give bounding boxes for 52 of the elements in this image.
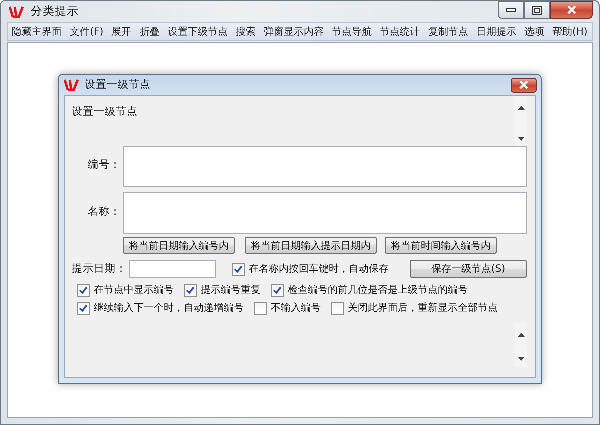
close-button[interactable] (550, 1, 593, 19)
menu-item[interactable]: 帮助(H) (550, 24, 590, 38)
menu-item[interactable]: 折叠 (138, 24, 162, 38)
menu-item[interactable]: 展开 (110, 24, 134, 38)
scroll-down-icon[interactable] (518, 137, 524, 141)
menu-item[interactable]: 搜索 (234, 24, 258, 38)
menu-item[interactable]: 设置下级节点 (166, 24, 230, 38)
scroll-down-icon[interactable] (518, 357, 524, 361)
menu-item[interactable]: 节点统计 (378, 24, 422, 38)
checkbox[interactable] (254, 302, 267, 314)
date-field[interactable] (129, 260, 216, 278)
action-button[interactable]: 将当前日期输入提示日期内 (245, 237, 377, 254)
action-button[interactable]: 将当前日期输入编号内 (123, 237, 235, 254)
menu-item[interactable]: 日期提示 (474, 24, 518, 38)
checkbox-label: 关闭此界面后，重新显示全部节点 (348, 302, 498, 315)
action-button[interactable]: 将当前时间输入编号内 (385, 237, 497, 254)
checkbox-label: 继续输入下一个时，自动递增编号 (94, 302, 244, 315)
minimize-icon (506, 8, 516, 12)
checkbox-label: 不输入编号 (271, 302, 321, 315)
field-label: 编号： (87, 158, 122, 172)
checkbox[interactable] (184, 284, 197, 296)
checkbox-label: 在节点中显示编号 (94, 284, 174, 297)
window-title: 分类提示 (31, 4, 80, 19)
field-label: 名称： (87, 205, 122, 219)
logo-icon (64, 79, 80, 91)
save-button[interactable]: 保存一级节点(S) (410, 260, 527, 278)
scroll-up-icon[interactable] (518, 333, 524, 337)
scroll-up-icon[interactable] (518, 106, 524, 110)
maximize-icon (532, 6, 542, 14)
checkbox-label: 在名称内按回车键时，自动保存 (248, 262, 389, 276)
checkbox[interactable] (271, 284, 284, 296)
close-icon (566, 6, 576, 14)
maximize-button[interactable] (524, 1, 550, 19)
checkbox-label: 检查编号的前几位是否是上级节点的编号 (288, 284, 468, 297)
checkbox[interactable] (77, 302, 90, 314)
checkbox[interactable] (331, 302, 344, 314)
close-button[interactable] (511, 78, 537, 92)
field-label: 提示日期： (72, 262, 128, 276)
menu-item[interactable]: 选项 (522, 24, 546, 38)
menu-item[interactable]: 弹窗显示内容 (262, 24, 326, 38)
menu-item[interactable]: 文件(F) (68, 24, 106, 38)
dialog-heading: 设置一级节点 (72, 105, 138, 120)
dialog-title: 设置一级节点 (85, 78, 152, 92)
logo-icon (9, 6, 25, 18)
minimize-button[interactable] (498, 1, 524, 19)
checkbox[interactable] (77, 284, 90, 296)
menu-item[interactable]: 隐藏主界面 (10, 24, 64, 38)
menu-item[interactable]: 节点导航 (330, 24, 374, 38)
checkbox-label: 提示编号重复 (201, 284, 261, 297)
checkbox[interactable] (232, 262, 245, 276)
close-icon (519, 81, 529, 89)
menu-item[interactable]: 复制节点 (426, 24, 470, 38)
